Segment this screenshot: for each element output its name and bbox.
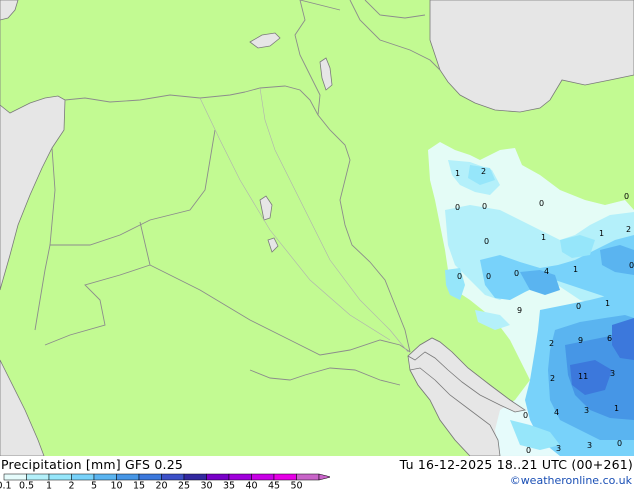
colorbar-tick-label: 45 — [268, 481, 280, 490]
precip-label: 0 — [629, 261, 634, 270]
north-sea-inlet — [0, 0, 19, 21]
colorbar-box — [3, 473, 27, 481]
colorbar-box — [251, 473, 275, 481]
caspian-sea — [429, 0, 634, 113]
colorbar-tick-label: 10 — [110, 481, 122, 490]
footer: Precipitation [mm] GFS 0.25 Tu 16-12-202… — [0, 456, 634, 490]
colorbar-arrow — [318, 473, 330, 481]
model-name: GFS 0.25 — [125, 457, 183, 472]
precip-label: 0 — [484, 237, 489, 246]
precip-label: 3 — [556, 444, 561, 453]
title-text: Precipitation [mm] — [1, 457, 121, 472]
lake-van — [249, 32, 281, 49]
colorbar-box — [273, 473, 297, 481]
colorbar-box — [93, 473, 117, 481]
precip-label: 0 — [455, 203, 460, 212]
lake-habbaniyah — [267, 237, 279, 253]
map-canvas: 1 2 0 0 0 0 0 1 1 2 0 0 0 4 1 0 0 1 9 2 … — [0, 0, 634, 456]
precip-label: 0 — [482, 202, 487, 211]
colorbar-legend: 0.10.5125101520253035404550 — [0, 473, 330, 489]
mediterranean-sea — [0, 0, 66, 291]
colorbar-box — [161, 473, 185, 481]
colorbar-boxes — [3, 473, 330, 481]
precipitation-map: 1 2 0 0 0 0 0 1 1 2 0 0 0 4 1 0 0 1 9 2 … — [0, 0, 634, 456]
colorbar-labels: 0.10.5125101520253035404550 — [0, 481, 303, 490]
precip-label: 0 — [617, 439, 622, 448]
precip-label: 2 — [626, 225, 631, 234]
precip-label: 9 — [517, 306, 522, 315]
precip-label: 1 — [455, 169, 460, 178]
precip-label: 2 — [549, 339, 554, 348]
precip-label: 0 — [539, 199, 544, 208]
precip-label: 2 — [481, 167, 486, 176]
credit-link[interactable]: ©weatheronline.co.uk — [510, 474, 632, 487]
precip-label: 3 — [587, 441, 592, 450]
precip-label: 6 — [607, 334, 612, 343]
colorbar-box — [228, 473, 252, 481]
colorbar-tick-label: 20 — [155, 481, 167, 490]
colorbar-tick-label: 35 — [223, 481, 235, 490]
rivers — [199, 87, 409, 353]
precip-label: 1 — [605, 299, 610, 308]
precip-label: 9 — [578, 336, 583, 345]
colorbar-box — [138, 473, 162, 481]
colorbar-tick-label: 0.1 — [0, 481, 12, 490]
colorbar-box — [296, 473, 320, 481]
precip-label: 1 — [599, 229, 604, 238]
precip-label: 3 — [584, 406, 589, 415]
valid-time: Tu 16-12-2025 18..21 UTC (00+261) — [399, 457, 633, 472]
colorbar-tick-label: 5 — [91, 481, 97, 490]
precip-label: 3 — [610, 369, 615, 378]
colorbar-tick-label: 1 — [46, 481, 52, 490]
precip-label: 2 — [550, 374, 555, 383]
colorbar-box — [116, 473, 140, 481]
colorbar-tick-label: 50 — [290, 481, 302, 490]
colorbar-tick-label: 30 — [200, 481, 212, 490]
map-title: Precipitation [mm] GFS 0.25 — [1, 457, 183, 472]
precip-label: 1 — [541, 233, 546, 242]
precip-label: 1 — [614, 404, 619, 413]
precip-label: 11 — [578, 372, 588, 381]
precip-label: 0 — [457, 272, 462, 281]
colorbar-box — [71, 473, 95, 481]
precip-label: 1 — [573, 265, 578, 274]
precip-label: 0 — [624, 192, 629, 201]
precip-label: 4 — [544, 267, 549, 276]
precip-label: 4 — [554, 408, 559, 417]
red-sea — [0, 359, 45, 456]
colorbar-tick-label: 25 — [178, 481, 190, 490]
colorbar-box — [48, 473, 72, 481]
colorbar-tick-label: 15 — [133, 481, 145, 490]
precip-label: 0 — [526, 446, 531, 455]
precip-label: 0 — [486, 272, 491, 281]
precip-label: 0 — [523, 411, 528, 420]
precip-label: 0 — [576, 302, 581, 311]
colorbar-box — [183, 473, 207, 481]
lake-urmia — [319, 57, 333, 91]
colorbar-tick-label: 40 — [245, 481, 257, 490]
country-borders — [34, 0, 441, 386]
colorbar-tick-label: 2 — [68, 481, 74, 490]
colorbar-box — [206, 473, 230, 481]
precip-label: 0 — [514, 269, 519, 278]
colorbar-box — [26, 473, 50, 481]
colorbar-tick-label: 0.5 — [19, 481, 34, 490]
